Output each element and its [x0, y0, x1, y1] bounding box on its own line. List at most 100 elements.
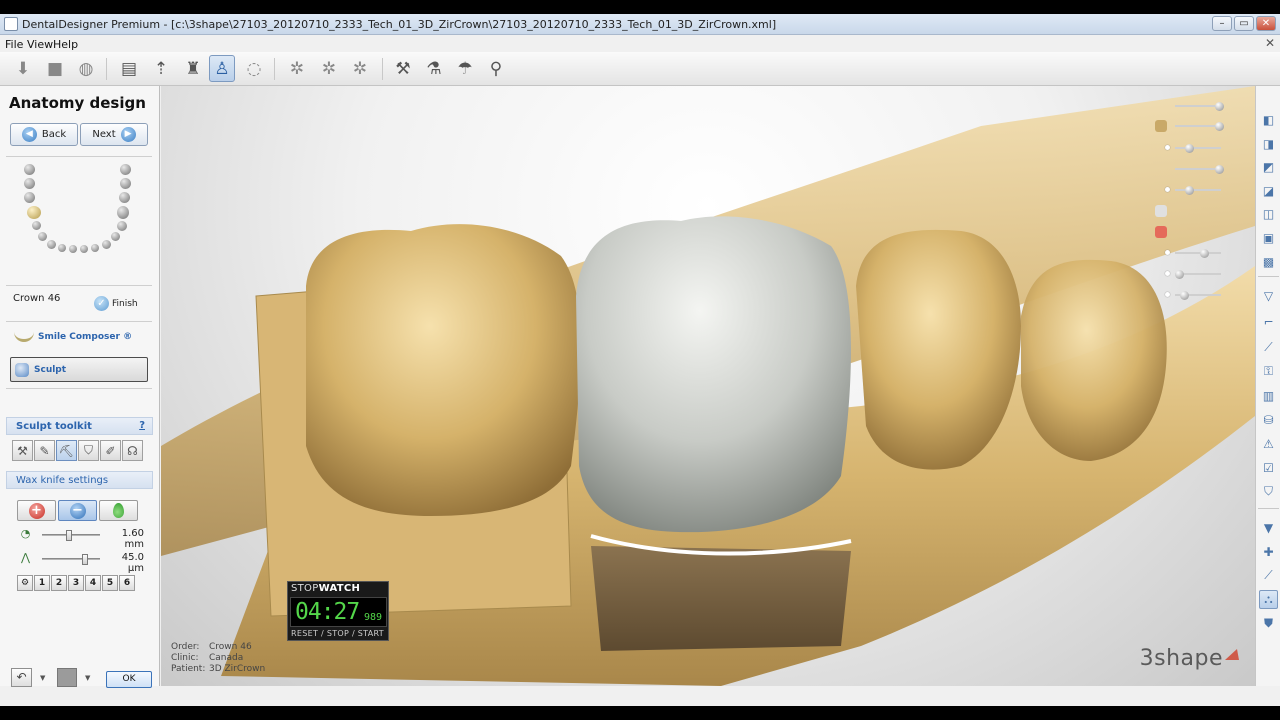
- morph-icon[interactable]: ☂: [452, 55, 478, 82]
- add-material-button[interactable]: +: [17, 500, 56, 521]
- minimize-button[interactable]: –: [1212, 16, 1232, 31]
- tooth-chart-tooth[interactable]: [24, 192, 35, 203]
- tool-icon-7[interactable]: ☑: [1259, 458, 1278, 477]
- model-icon[interactable]: ▤: [116, 55, 142, 82]
- visibility-slider[interactable]: [1155, 120, 1235, 132]
- color-swatch[interactable]: [57, 668, 77, 687]
- warning-icon[interactable]: ⚠: [1259, 434, 1278, 453]
- tool-icon-5[interactable]: ▥: [1259, 386, 1278, 405]
- brush-icon[interactable]: ✐: [100, 440, 121, 461]
- stopwatch-widget[interactable]: STOPWATCH 04:27 989 RESET / STOP / START: [287, 581, 389, 641]
- document-close-icon[interactable]: ✕: [1265, 36, 1275, 50]
- connector-icon[interactable]: ◌: [241, 55, 267, 82]
- anatomy-tool-icon[interactable]: ☊: [122, 440, 143, 461]
- remove-material-button[interactable]: −: [58, 500, 97, 521]
- tool-icon-8[interactable]: ▼: [1259, 518, 1278, 537]
- camera-icon[interactable]: ⛉: [1259, 482, 1278, 501]
- depth-slider[interactable]: [42, 554, 100, 565]
- tooth-chart-tooth[interactable]: [80, 245, 88, 253]
- preset-button-3[interactable]: 3: [68, 575, 84, 591]
- visibility-slider[interactable]: [1155, 100, 1235, 112]
- view-left-icon[interactable]: ◩: [1259, 157, 1278, 176]
- tool-icon-9[interactable]: ✚: [1259, 542, 1278, 561]
- menu-view[interactable]: View: [27, 38, 53, 51]
- help-link[interactable]: ?: [139, 420, 145, 431]
- tooth-chart[interactable]: [18, 164, 143, 264]
- insertion-direction-icon[interactable]: ⇡: [148, 55, 174, 82]
- tooth-chart-tooth[interactable]: [38, 232, 47, 241]
- globe-icon[interactable]: ◍: [73, 55, 99, 82]
- tooth-chart-tooth[interactable]: [24, 164, 35, 175]
- cut-icon[interactable]: ■: [42, 55, 68, 82]
- sculpt-button[interactable]: Sculpt: [10, 357, 148, 382]
- view-top-icon[interactable]: ◫: [1259, 204, 1278, 223]
- tooth-chart-tooth[interactable]: [120, 178, 131, 189]
- multi-tool-icon-3[interactable]: ✲: [347, 55, 373, 82]
- swatch-dropdown-icon[interactable]: ▼: [85, 674, 90, 682]
- undo-dropdown-icon[interactable]: ▼: [40, 674, 45, 682]
- menu-file[interactable]: File: [5, 38, 23, 51]
- tool-icon-12[interactable]: ⛊: [1259, 614, 1278, 633]
- preset-button-5[interactable]: 5: [102, 575, 118, 591]
- tool-icon-10[interactable]: ⟋: [1259, 566, 1278, 585]
- view-back-icon[interactable]: ◨: [1259, 134, 1278, 153]
- tooth-chart-tooth[interactable]: [119, 192, 130, 203]
- view-right-icon[interactable]: ◪: [1259, 181, 1278, 200]
- view-bottom-icon[interactable]: ▣: [1259, 228, 1278, 247]
- finish-button[interactable]: ✓ Finish: [94, 296, 138, 311]
- tooth-chart-selected-tooth[interactable]: [27, 206, 41, 219]
- menu-help[interactable]: Help: [53, 38, 78, 51]
- back-button[interactable]: ◀ Back: [10, 123, 78, 146]
- visibility-slider[interactable]: [1155, 142, 1235, 154]
- crown-icon[interactable]: ♜: [180, 55, 206, 82]
- maximize-button[interactable]: ▭: [1234, 16, 1254, 31]
- anatomy-design-icon[interactable]: ♙: [209, 55, 235, 82]
- preset-button-4[interactable]: 4: [85, 575, 101, 591]
- close-button[interactable]: ✕: [1256, 16, 1276, 31]
- pencil-icon[interactable]: ✎: [34, 440, 55, 461]
- tooth-chart-tooth[interactable]: [91, 244, 99, 252]
- visibility-slider[interactable]: [1155, 226, 1235, 238]
- preset-settings-icon[interactable]: ⚙: [17, 575, 33, 591]
- tooth-chart-tooth[interactable]: [102, 240, 111, 249]
- wax-knife-icon[interactable]: ⚒: [390, 55, 416, 82]
- tool-icon-2[interactable]: ⌐: [1259, 312, 1278, 331]
- preset-button-2[interactable]: 2: [51, 575, 67, 591]
- radius-slider[interactable]: [42, 530, 100, 541]
- wax-knife-tool-icon[interactable]: ⚒: [12, 440, 33, 461]
- tooth-chart-tooth[interactable]: [117, 221, 127, 231]
- tooth-chart-tooth[interactable]: [58, 244, 66, 252]
- tool-icon-6[interactable]: ⛁: [1259, 410, 1278, 429]
- view-iso-icon[interactable]: ▩: [1259, 252, 1278, 271]
- smooth-material-button[interactable]: [99, 500, 138, 521]
- depth-slider-thumb[interactable]: [82, 554, 88, 565]
- radius-slider-thumb[interactable]: [66, 530, 72, 541]
- visibility-slider[interactable]: [1155, 163, 1235, 175]
- tool-icon-11[interactable]: ⛬: [1259, 590, 1278, 609]
- morph-tool-icon[interactable]: ⛉: [78, 440, 99, 461]
- multi-tool-icon-1[interactable]: ✲: [284, 55, 310, 82]
- visibility-slider[interactable]: [1155, 268, 1235, 280]
- visibility-slider[interactable]: [1155, 289, 1235, 301]
- multi-tool-icon-2[interactable]: ✲: [316, 55, 342, 82]
- smile-composer-link[interactable]: Smile Composer ®: [14, 332, 132, 342]
- next-button[interactable]: Next ▶: [80, 123, 148, 146]
- view-front-icon[interactable]: ◧: [1259, 110, 1278, 129]
- tooth-chart-tooth[interactable]: [47, 240, 56, 249]
- preset-button-1[interactable]: 1: [34, 575, 50, 591]
- stopwatch-controls[interactable]: RESET / STOP / START: [291, 629, 384, 638]
- tool-icon-4[interactable]: ⚿: [1259, 362, 1278, 381]
- preset-button-6[interactable]: 6: [119, 575, 135, 591]
- tool-icon-1[interactable]: ▽: [1259, 286, 1278, 305]
- smooth-icon[interactable]: ⚲: [483, 55, 509, 82]
- tooth-chart-tooth[interactable]: [24, 178, 35, 189]
- tooth-chart-tooth[interactable]: [111, 232, 120, 241]
- visibility-slider[interactable]: [1155, 205, 1235, 217]
- tooth-chart-tooth[interactable]: [32, 221, 41, 230]
- tool-icon-3[interactable]: ⟋: [1259, 338, 1278, 357]
- undo-icon[interactable]: ↶: [11, 668, 32, 687]
- visibility-slider[interactable]: [1155, 247, 1235, 259]
- visibility-slider[interactable]: [1155, 184, 1235, 196]
- tooth-chart-tooth[interactable]: [120, 164, 131, 175]
- ok-button[interactable]: OK: [106, 671, 152, 688]
